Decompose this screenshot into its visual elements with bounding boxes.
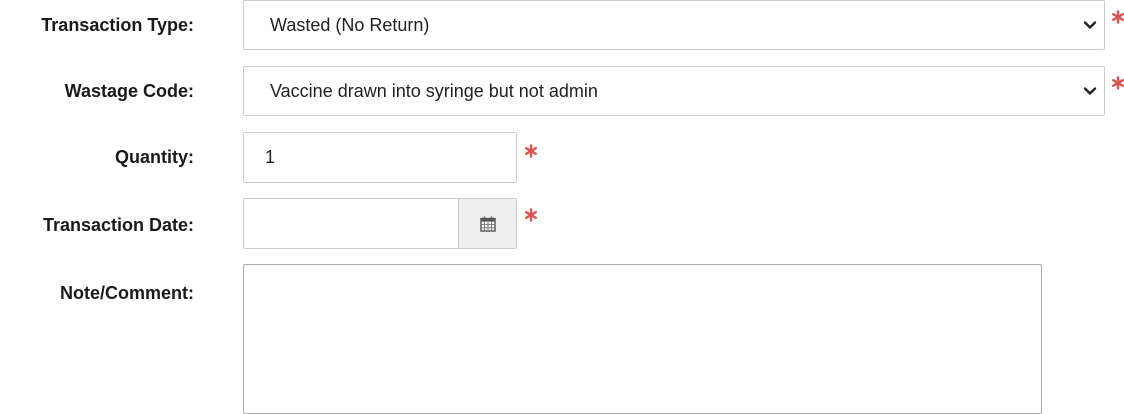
note-comment-textarea[interactable]	[243, 264, 1042, 414]
transaction-date-input[interactable]	[244, 199, 458, 248]
wastage-code-select[interactable]: Vaccine drawn into syringe but not admin	[243, 66, 1105, 116]
wastage-code-label: Wastage Code:	[64, 81, 194, 101]
required-asterisk-icon	[525, 208, 538, 222]
transaction-type-value: Wasted (No Return)	[270, 15, 430, 35]
required-asterisk-icon	[525, 144, 538, 158]
note-comment-label: Note/Comment:	[60, 283, 194, 303]
transaction-type-select[interactable]: Wasted (No Return)	[243, 0, 1105, 50]
date-picker-button[interactable]	[458, 199, 516, 248]
required-asterisk-icon	[1112, 76, 1124, 90]
transaction-type-label: Transaction Type:	[41, 15, 194, 35]
quantity-label: Quantity:	[115, 147, 194, 167]
transaction-date-group	[243, 198, 517, 249]
calendar-icon	[480, 216, 496, 232]
quantity-input[interactable]: 1	[243, 132, 517, 183]
chevron-down-icon	[1083, 87, 1097, 95]
transaction-date-label: Transaction Date:	[42, 215, 194, 235]
required-asterisk-icon	[1112, 10, 1124, 24]
quantity-value: 1	[265, 147, 276, 167]
wastage-code-value: Vaccine drawn into syringe but not admin	[270, 81, 598, 101]
chevron-down-icon	[1083, 21, 1097, 29]
